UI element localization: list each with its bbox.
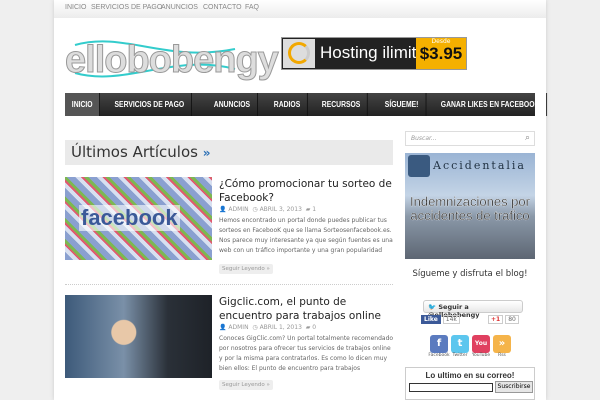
nav-recursos[interactable]: RECURSOS [315,93,369,116]
top-nav: INICIO SERVICIOS DE PAGO ANUNCIOS CONTAC… [54,0,546,18]
topnav-faq[interactable]: FAQ [245,4,259,11]
comments-icon: ▰ [305,324,311,331]
thumbnail-facebook-text: facebook [79,205,180,231]
twitter-icon[interactable]: t [451,335,469,353]
fb-like-label: Like [421,315,441,324]
subscribe-button[interactable]: Suscribirse [495,381,533,393]
article-thumbnail[interactable]: facebook [65,177,212,260]
rss-icon[interactable]: » [493,335,511,353]
section-title: Últimos Artículos [71,143,198,161]
double-chevron-icon: » [202,146,211,160]
author[interactable]: ADMIN [228,206,248,213]
article-excerpt: Conoces GigClic.com? Un portal totalment… [219,335,394,372]
logo-text: ellobobengy [65,39,280,82]
twitter-follow-button[interactable]: 🐦 Seguir a @ellobobengy [423,300,523,319]
nav-sigueme[interactable]: SÍGUEME! [378,93,426,116]
follow-text: Sígueme y disfruta el blog! [412,269,528,279]
topnav-servicios[interactable]: SERVICIOS DE PAGO [91,4,162,11]
article-title[interactable]: Gigclic.com, el punto de encuentro para … [219,295,394,323]
author[interactable]: ADMIN [228,324,248,331]
comment-count[interactable]: 0 [312,324,316,331]
search-icon[interactable]: ⌕ [525,133,530,143]
hosting-banner-ad[interactable]: Hosting ilimitado Desde $3.95 [281,37,467,70]
clock-icon: ◷ [252,324,258,331]
article-excerpt: Hemos encontrado un portal donde puedes … [219,217,393,254]
author-icon: 👤 [219,206,227,213]
email-input[interactable] [409,383,493,392]
nav-anuncios[interactable]: ANUNCIOS [207,93,259,116]
gplus-count: 80 [505,315,519,324]
article-title[interactable]: ¿Cómo promocionar tu sorteo de Facebook? [219,177,394,205]
comment-count[interactable]: 1 [312,206,316,213]
topnav-contacto[interactable]: CONTACTO [203,4,242,11]
accidentalia-logo-icon [408,155,430,177]
ad-brand: Accidentalia [433,159,526,172]
ad-message: Indemnizaciones por accidentes de trafic… [410,194,530,223]
article-card: Gigclic.com, el punto de encuentro para … [65,295,395,395]
divider [65,284,393,285]
read-more-button[interactable]: Seguir Leyendo » [219,264,273,274]
facebook-icon[interactable]: f [430,335,448,353]
date: ABRIL 3, 2013 [259,206,302,213]
nav-servicios-de-pago[interactable]: SERVICIOS DE PAGO [106,93,193,116]
article-meta: 👤 ADMIN ◷ ABRIL 3, 2013 ▰ 1 [219,206,316,213]
facebook-like-button[interactable]: Like 14k [421,315,460,324]
rss-label: Rss [498,353,506,358]
hosting-logo-icon [283,39,315,68]
site-logo[interactable]: ellobobengy [65,33,280,82]
gplus-label: +1 [488,315,504,324]
section-heading: Últimos Artículos » [65,140,393,165]
date: ABRIL 1, 2013 [259,324,302,331]
fb-like-count: 14k [442,315,460,324]
gplus-button[interactable]: +1 80 [488,315,519,324]
newsletter-box: Lo ultimo en su correo! Suscribirse [405,367,535,400]
search-placeholder: Buscar... [411,135,437,142]
nav-radios[interactable]: RADIOS [267,93,308,116]
facebook-label: Facebook [428,353,450,358]
twitter-label: Twitter [452,353,468,358]
nav-ganar-likes[interactable]: GANAR LIKES EN FACEBOOK [434,93,548,116]
topnav-inicio[interactable]: INICIO [65,4,86,11]
author-icon: 👤 [219,324,227,331]
read-more-button[interactable]: Seguir Leyendo » [219,380,273,390]
topnav-anuncios[interactable]: ANUNCIOS [161,4,198,11]
twitter-bird-icon: 🐦 [428,303,437,311]
banner-price: $3.95 [419,44,463,63]
clock-icon: ◷ [252,206,258,213]
main-nav: INICIO SERVICIOS DE PAGO ANUNCIOS RADIOS… [65,93,548,116]
comments-icon: ▰ [305,206,311,213]
newsletter-title: Lo ultimo en su correo! [425,371,515,380]
search-input[interactable]: Buscar... ⌕ [405,131,535,146]
youtube-label: YouTube [471,353,491,358]
nav-inicio[interactable]: INICIO [65,93,101,116]
article-card: facebook ¿Cómo promocionar tu sorteo de … [65,177,395,277]
accidentalia-ad[interactable]: Accidentalia Indemnizaciones por acciden… [405,153,535,259]
youtube-icon[interactable]: You [472,335,490,353]
article-thumbnail[interactable] [65,295,212,378]
article-meta: 👤 ADMIN ◷ ABRIL 1, 2013 ▰ 0 [219,324,316,331]
